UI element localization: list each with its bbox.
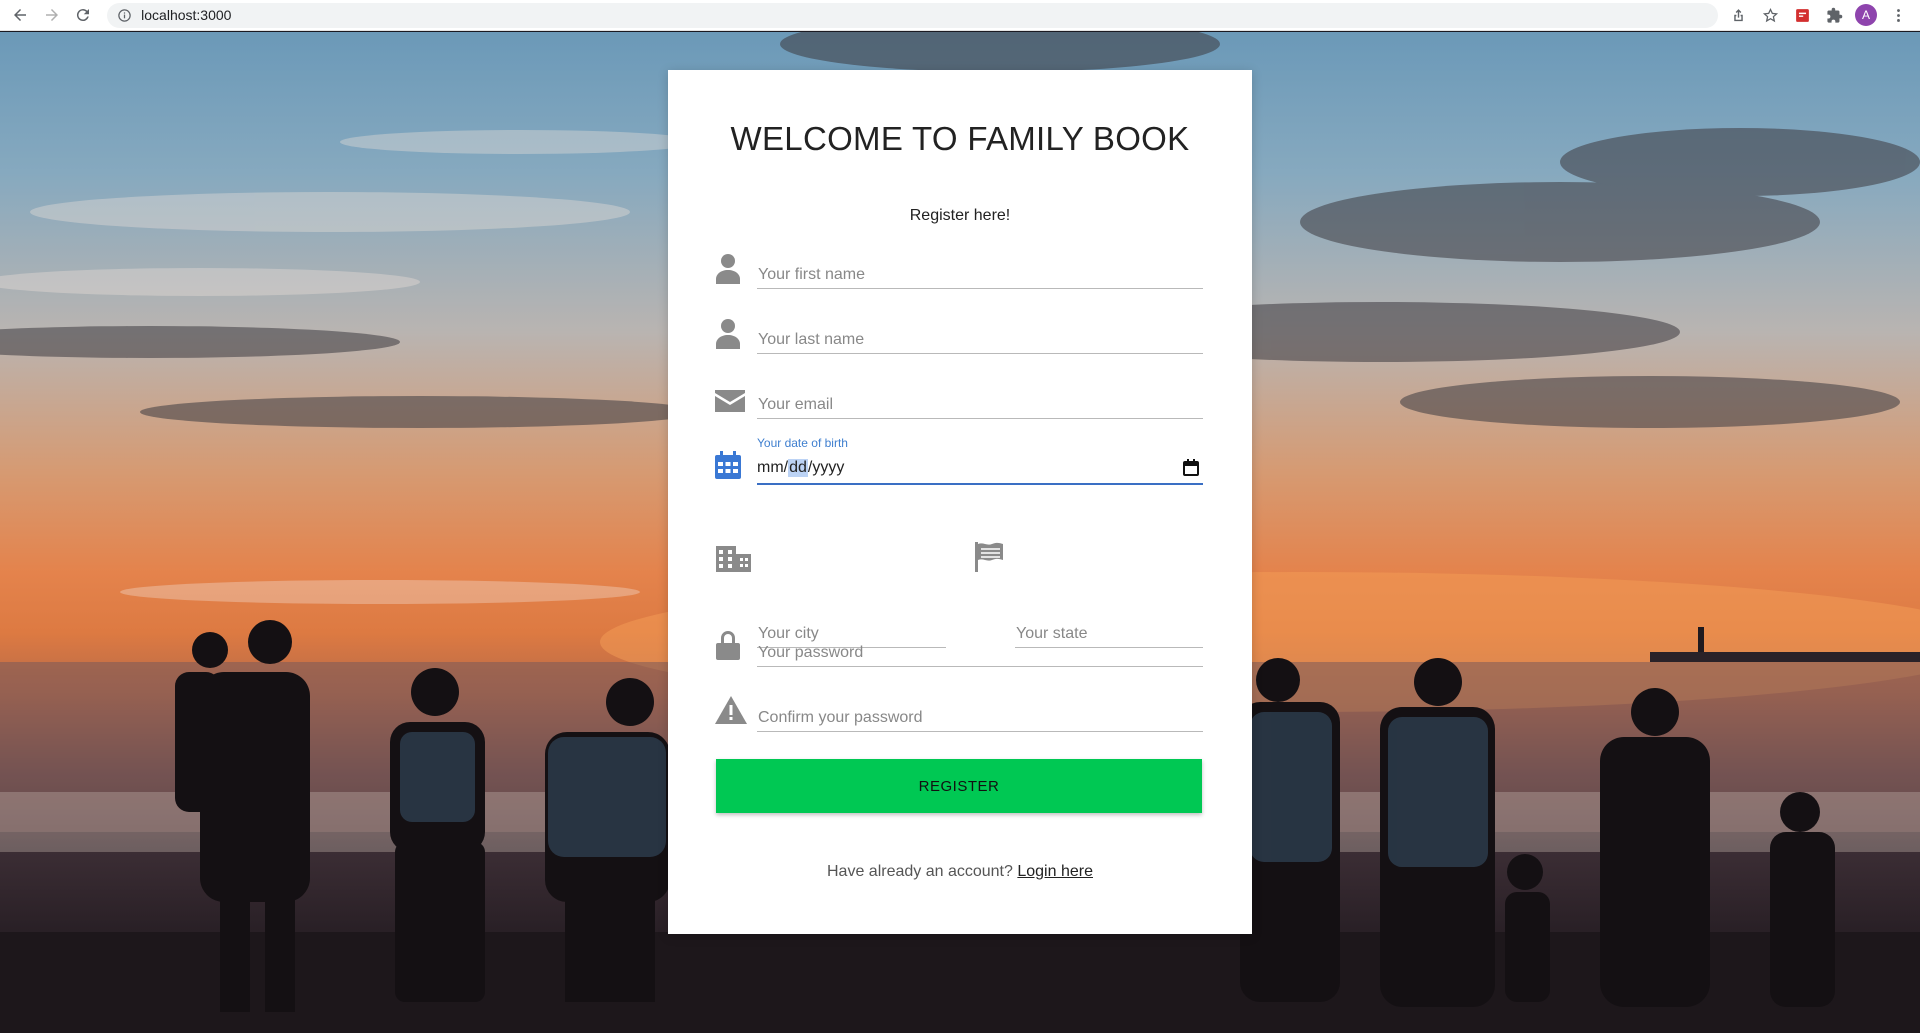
- building-icon: [716, 542, 751, 572]
- login-prompt: Have already an account? Login here: [668, 863, 1252, 881]
- last-name-input[interactable]: [757, 326, 1203, 354]
- register-button[interactable]: REGISTER: [716, 759, 1202, 813]
- page-title: WELCOME TO FAMILY BOOK: [730, 120, 1190, 157]
- extension-badge-icon[interactable]: [1790, 3, 1814, 27]
- star-icon[interactable]: [1758, 3, 1782, 27]
- person-icon: [716, 254, 740, 284]
- url-text: localhost:3000: [141, 7, 232, 23]
- email-input[interactable]: [757, 391, 1203, 419]
- flag-icon: [975, 542, 1003, 572]
- avatar: A: [1855, 4, 1877, 26]
- back-arrow-icon[interactable]: [8, 3, 32, 27]
- register-card: WELCOME TO FAMILY BOOK Register here! Yo…: [668, 70, 1252, 934]
- warning-icon: [715, 696, 747, 724]
- person-icon: [716, 319, 740, 349]
- calendar-picker-icon[interactable]: [1183, 459, 1199, 476]
- login-prompt-text: Have already an account?: [827, 863, 1013, 880]
- login-link[interactable]: Login here: [1017, 863, 1093, 880]
- register-subtitle: Register here!: [909, 207, 1011, 224]
- forward-arrow-icon[interactable]: [40, 3, 64, 27]
- dob-month-segment[interactable]: mm: [757, 459, 784, 477]
- confirm-password-input[interactable]: [757, 704, 1203, 732]
- kebab-menu-icon[interactable]: [1886, 3, 1910, 27]
- lock-icon: [716, 630, 740, 660]
- calendar-icon: [715, 451, 741, 479]
- dob-floating-label: Your date of birth: [757, 436, 848, 450]
- address-bar[interactable]: localhost:3000: [107, 2, 1718, 28]
- browser-toolbar: localhost:3000 A: [0, 0, 1920, 31]
- puzzle-icon[interactable]: [1822, 3, 1846, 27]
- envelope-icon: [715, 390, 745, 412]
- dob-year-segment[interactable]: yyyy: [812, 459, 844, 477]
- dob-day-segment[interactable]: dd: [788, 458, 808, 477]
- first-name-input[interactable]: [757, 261, 1203, 289]
- dob-input[interactable]: mm / dd / yyyy: [757, 452, 1203, 485]
- share-icon[interactable]: [1726, 3, 1750, 27]
- profile-avatar[interactable]: A: [1854, 3, 1878, 27]
- info-icon[interactable]: [117, 8, 132, 23]
- password-input[interactable]: [757, 639, 1203, 667]
- reload-icon[interactable]: [71, 3, 95, 27]
